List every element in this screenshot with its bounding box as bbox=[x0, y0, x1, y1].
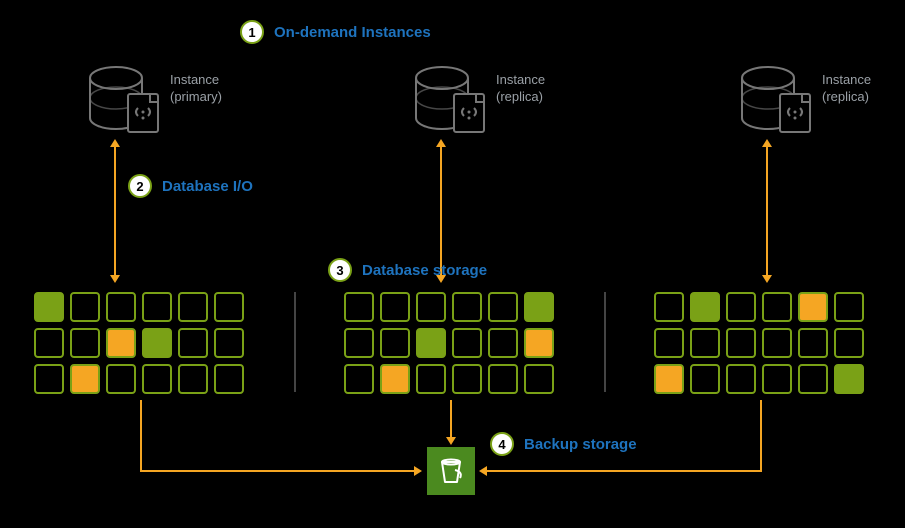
storage-cell bbox=[726, 328, 756, 358]
storage-cell bbox=[178, 328, 208, 358]
db-instance-icon bbox=[740, 64, 818, 143]
db-instance-icon bbox=[414, 64, 492, 143]
callout-label: Database storage bbox=[362, 262, 487, 279]
callout-number: 3 bbox=[328, 258, 352, 282]
storage-grid bbox=[34, 292, 244, 394]
storage-cell bbox=[452, 328, 482, 358]
storage-cell bbox=[142, 292, 172, 322]
storage-cell bbox=[690, 364, 720, 394]
grid-separator bbox=[294, 292, 296, 392]
storage-grid bbox=[344, 292, 554, 394]
storage-cell bbox=[34, 292, 64, 322]
storage-cell bbox=[70, 328, 100, 358]
instance-label: Instance (replica) bbox=[496, 72, 545, 106]
storage-cell bbox=[380, 328, 410, 358]
storage-cell bbox=[726, 364, 756, 394]
storage-cell bbox=[416, 292, 446, 322]
storage-cell bbox=[344, 364, 374, 394]
storage-cell bbox=[488, 328, 518, 358]
callout-on-demand: 1 On-demand Instances bbox=[240, 20, 431, 44]
storage-cell bbox=[798, 364, 828, 394]
storage-cell bbox=[70, 364, 100, 394]
instance-label: Instance (primary) bbox=[170, 72, 222, 106]
storage-cell bbox=[834, 328, 864, 358]
storage-cell bbox=[416, 328, 446, 358]
instance-role: (replica) bbox=[496, 89, 545, 106]
storage-cell bbox=[344, 292, 374, 322]
storage-cell bbox=[798, 292, 828, 322]
callout-label: On-demand Instances bbox=[274, 24, 431, 41]
storage-cell bbox=[214, 328, 244, 358]
storage-cell bbox=[524, 292, 554, 322]
storage-cell bbox=[106, 328, 136, 358]
storage-cell bbox=[34, 328, 64, 358]
storage-cell bbox=[106, 364, 136, 394]
storage-cell bbox=[214, 292, 244, 322]
io-arrow bbox=[114, 146, 116, 276]
storage-cell bbox=[834, 292, 864, 322]
io-arrow bbox=[440, 146, 442, 276]
storage-cell bbox=[690, 328, 720, 358]
backup-arrow-segment bbox=[140, 400, 142, 472]
storage-cell bbox=[524, 364, 554, 394]
storage-cell bbox=[178, 292, 208, 322]
callout-backup-storage: 4 Backup storage bbox=[490, 432, 637, 456]
storage-cell bbox=[452, 292, 482, 322]
storage-cell bbox=[178, 364, 208, 394]
storage-cell bbox=[654, 292, 684, 322]
callout-number: 2 bbox=[128, 174, 152, 198]
storage-cell bbox=[214, 364, 244, 394]
storage-cell bbox=[106, 292, 136, 322]
callout-number: 4 bbox=[490, 432, 514, 456]
callout-label: Database I/O bbox=[162, 178, 253, 195]
bucket-icon bbox=[427, 447, 475, 495]
storage-grid bbox=[654, 292, 864, 394]
backup-arrow-segment bbox=[450, 400, 452, 438]
storage-cell bbox=[762, 328, 792, 358]
storage-cell bbox=[344, 328, 374, 358]
storage-cell bbox=[654, 328, 684, 358]
instance-label: Instance (replica) bbox=[822, 72, 871, 106]
storage-cell bbox=[726, 292, 756, 322]
grid-separator bbox=[604, 292, 606, 392]
io-arrow bbox=[766, 146, 768, 276]
storage-cell bbox=[70, 292, 100, 322]
storage-cell bbox=[488, 292, 518, 322]
storage-cell bbox=[452, 364, 482, 394]
callout-number: 1 bbox=[240, 20, 264, 44]
storage-cell bbox=[380, 364, 410, 394]
callout-db-io: 2 Database I/O bbox=[128, 174, 253, 198]
storage-cell bbox=[798, 328, 828, 358]
storage-cell bbox=[142, 328, 172, 358]
storage-cell bbox=[380, 292, 410, 322]
storage-cell bbox=[524, 328, 554, 358]
backup-arrow-segment bbox=[486, 470, 762, 472]
storage-cell bbox=[142, 364, 172, 394]
instance-name: Instance bbox=[822, 72, 871, 89]
storage-cell bbox=[762, 364, 792, 394]
storage-cell bbox=[416, 364, 446, 394]
backup-arrow-segment bbox=[760, 400, 762, 472]
instance-role: (primary) bbox=[170, 89, 222, 106]
instance-name: Instance bbox=[170, 72, 222, 89]
callout-db-storage: 3 Database storage bbox=[328, 258, 487, 282]
storage-cell bbox=[834, 364, 864, 394]
callout-label: Backup storage bbox=[524, 436, 637, 453]
storage-cell bbox=[654, 364, 684, 394]
storage-cell bbox=[690, 292, 720, 322]
storage-cell bbox=[488, 364, 518, 394]
storage-cell bbox=[34, 364, 64, 394]
instance-name: Instance bbox=[496, 72, 545, 89]
backup-arrow-segment bbox=[140, 470, 415, 472]
db-instance-icon bbox=[88, 64, 166, 143]
instance-role: (replica) bbox=[822, 89, 871, 106]
storage-cell bbox=[762, 292, 792, 322]
